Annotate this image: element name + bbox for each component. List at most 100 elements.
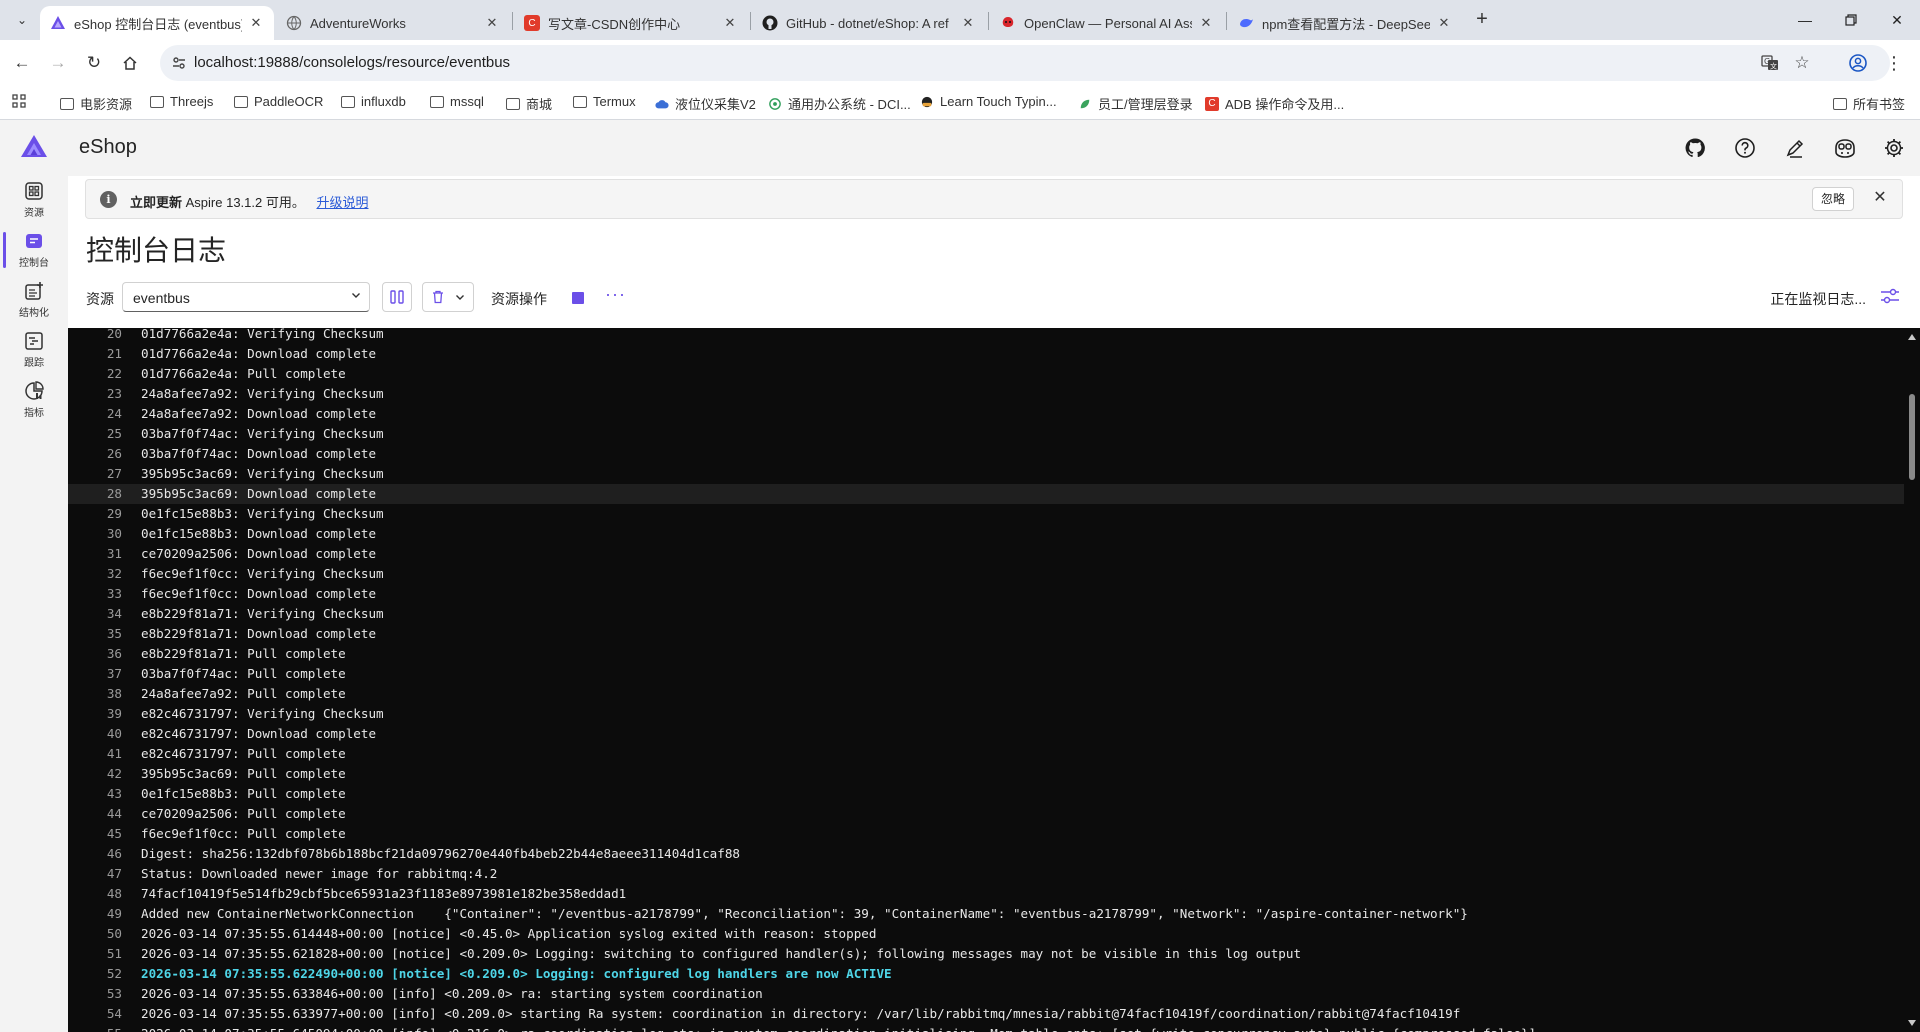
log-line-text: 74facf10419f5e514fb29cbf5bce65931a23f118… bbox=[141, 886, 627, 901]
log-line-number: 38 bbox=[106, 686, 122, 701]
bookmark-item[interactable]: PaddleOCR bbox=[234, 94, 323, 109]
settings-gear-icon[interactable] bbox=[1880, 134, 1908, 162]
browser-tab-eshop[interactable]: eShop 控制台日志 (eventbus) ✕ bbox=[40, 6, 274, 40]
scroll-up-icon[interactable] bbox=[1908, 334, 1916, 340]
bookmark-item[interactable]: C ADB 操作命令及用... bbox=[1205, 94, 1344, 113]
address-bar[interactable]: localhost:19888/consolelogs/resource/eve… bbox=[160, 45, 1890, 81]
site-settings-icon[interactable] bbox=[170, 54, 188, 72]
restore-icon[interactable] bbox=[1828, 0, 1874, 40]
github-icon[interactable] bbox=[1681, 134, 1709, 162]
resource-select[interactable]: eventbus bbox=[122, 282, 370, 312]
forward-icon[interactable]: → bbox=[44, 50, 72, 76]
new-tab-button[interactable]: + bbox=[1470, 8, 1494, 32]
browser-tab-adventureworks[interactable]: AdventureWorks ✕ bbox=[276, 6, 510, 40]
more-actions-icon[interactable]: ··· bbox=[605, 284, 626, 305]
tab-close-icon[interactable]: ✕ bbox=[1436, 15, 1452, 31]
bookmark-item[interactable]: 商城 bbox=[506, 94, 552, 113]
log-line-number: 48 bbox=[106, 886, 122, 901]
nav-resources[interactable]: 资源 bbox=[0, 176, 68, 224]
profile-icon[interactable] bbox=[1844, 50, 1872, 76]
close-icon[interactable]: ✕ bbox=[1870, 188, 1890, 208]
nav-metrics[interactable]: 指标 bbox=[0, 376, 68, 424]
console-scrollbar[interactable] bbox=[1904, 328, 1920, 1032]
nav-console[interactable]: 控制台 bbox=[0, 226, 68, 274]
help-icon[interactable] bbox=[1731, 134, 1759, 162]
tab-title: OpenClaw — Personal AI Ass bbox=[1024, 15, 1192, 31]
log-line: 31 ce70209a2506: Download complete bbox=[68, 544, 1904, 564]
tab-search-chevron-icon[interactable]: ⌄ bbox=[8, 7, 36, 33]
log-line: 20 01d7766a2e4a: Verifying Checksum bbox=[68, 328, 1904, 344]
bookmark-item[interactable]: 电影资源 bbox=[60, 94, 132, 113]
log-line-number: 30 bbox=[106, 526, 122, 541]
browser-tab-openclaw[interactable]: OpenClaw — Personal AI Ass ✕ bbox=[990, 6, 1224, 40]
upgrade-notes-link[interactable]: 升级说明 bbox=[316, 195, 368, 210]
bookmark-item[interactable]: mssql bbox=[430, 94, 484, 109]
tab-separator bbox=[512, 12, 513, 30]
aspire-logo-icon[interactable] bbox=[20, 134, 48, 158]
tab-close-icon[interactable]: ✕ bbox=[484, 15, 500, 31]
dismiss-button[interactable]: 忽略 bbox=[1811, 187, 1854, 211]
stop-icon[interactable] bbox=[572, 292, 584, 304]
nav-structured[interactable]: 结构化 bbox=[0, 276, 68, 324]
copilot-icon[interactable] bbox=[1831, 134, 1859, 162]
log-line-text: 0e1fc15e88b3: Download complete bbox=[141, 526, 377, 541]
home-icon[interactable] bbox=[116, 50, 144, 76]
close-window-icon[interactable]: ✕ bbox=[1874, 0, 1920, 40]
bookmark-item[interactable]: 通用办公系统 - DCI... bbox=[768, 94, 911, 113]
log-line: 26 03ba7f0f74ac: Download complete bbox=[68, 444, 1904, 464]
browser-tab-github[interactable]: GitHub - dotnet/eShop: A ref ✕ bbox=[752, 6, 986, 40]
tab-close-icon[interactable]: ✕ bbox=[722, 15, 738, 31]
all-bookmarks[interactable]: 所有书签 bbox=[1833, 94, 1905, 113]
log-line-number: 43 bbox=[106, 786, 122, 801]
pen-icon[interactable] bbox=[1781, 134, 1809, 162]
traces-icon bbox=[23, 330, 45, 352]
tab-close-icon[interactable]: ✕ bbox=[960, 15, 976, 31]
bookmark-item[interactable]: 员工/管理层登录 bbox=[1078, 94, 1193, 113]
bookmark-star-icon[interactable]: ☆ bbox=[1792, 53, 1812, 73]
clear-logs-button[interactable] bbox=[422, 282, 474, 312]
log-line-number: 29 bbox=[106, 506, 122, 521]
log-line-text: 395b95c3ac69: Download complete bbox=[141, 486, 377, 501]
tab-close-icon[interactable]: ✕ bbox=[248, 15, 264, 31]
filter-settings-icon[interactable] bbox=[1880, 287, 1902, 307]
log-line-text: 2026-03-14 07:35:55.622490+00:00 [notice… bbox=[141, 966, 892, 981]
back-icon[interactable]: ← bbox=[8, 50, 36, 76]
bookmark-label: 员工/管理层登录 bbox=[1098, 97, 1193, 112]
log-line: 21 01d7766a2e4a: Download complete bbox=[68, 344, 1904, 364]
bookmark-item[interactable]: influxdb bbox=[341, 94, 406, 109]
tab-separator bbox=[750, 12, 751, 30]
bookmark-item[interactable]: Threejs bbox=[150, 94, 213, 109]
reload-icon[interactable]: ↻ bbox=[80, 50, 108, 76]
toggle-panels-button[interactable] bbox=[382, 282, 412, 312]
apps-grid-icon[interactable] bbox=[12, 94, 26, 108]
console-log-viewer[interactable]: 20 01d7766a2e4a: Verifying Checksum 21 01d7… bbox=[68, 328, 1920, 1032]
minimize-icon[interactable]: — bbox=[1782, 0, 1828, 40]
log-line-number: 25 bbox=[106, 426, 122, 441]
browser-tab-deepseek[interactable]: npm查看配置方法 - DeepSeek ✕ bbox=[1228, 6, 1462, 40]
log-line-number: 54 bbox=[106, 1006, 122, 1021]
browser-tab-csdn[interactable]: C 写文章-CSDN创作中心 ✕ bbox=[514, 6, 748, 40]
translate-icon[interactable]: G文 bbox=[1760, 53, 1780, 73]
log-line-text: Digest: sha256:132dbf078b6b188bcf21da097… bbox=[141, 846, 740, 861]
bookmark-item[interactable]: Learn Touch Typin... bbox=[920, 94, 1057, 109]
scroll-thumb[interactable] bbox=[1909, 394, 1915, 480]
log-line-text: 2026-03-14 07:35:55.614448+00:00 [notice… bbox=[141, 926, 877, 941]
log-line-text: Status: Downloaded newer image for rabbi… bbox=[141, 866, 498, 881]
bookmark-label: ADB 操作命令及用... bbox=[1225, 97, 1345, 112]
scroll-down-icon[interactable] bbox=[1908, 1020, 1916, 1026]
console-filters: 资源 eventbus 资源操作 ··· 正在监视日志... bbox=[86, 280, 1906, 314]
page-title: 控制台日志 bbox=[86, 235, 227, 266]
log-line-text: 24a8afee7a92: Download complete bbox=[141, 406, 377, 421]
banner-bold: 立即更新 bbox=[130, 195, 183, 210]
log-line: 55 2026-03-14 07:35:55.645094+00:00 [info… bbox=[68, 1024, 1904, 1032]
bookmark-item[interactable]: 液位仪采集V2 bbox=[655, 94, 756, 113]
nav-traces[interactable]: 跟踪 bbox=[0, 326, 68, 374]
app-title: eShop bbox=[79, 136, 137, 158]
log-line: 29 0e1fc15e88b3: Verifying Checksum bbox=[68, 504, 1904, 524]
browser-menu-icon[interactable]: ⋮ bbox=[1880, 50, 1908, 76]
log-line-number: 47 bbox=[106, 866, 122, 881]
log-line: 22 01d7766a2e4a: Pull complete bbox=[68, 364, 1904, 384]
log-line-text: e8b229f81a71: Verifying Checksum bbox=[141, 606, 384, 621]
tab-close-icon[interactable]: ✕ bbox=[1198, 15, 1214, 31]
bookmark-item[interactable]: Termux bbox=[573, 94, 636, 109]
